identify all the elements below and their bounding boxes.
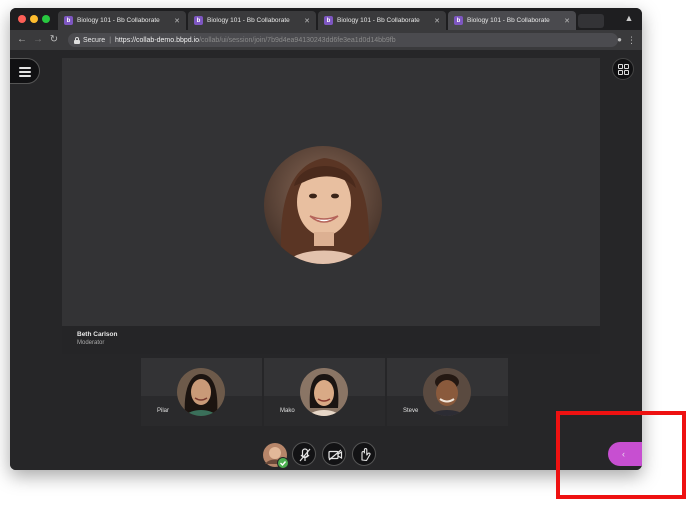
participant-name: Mako xyxy=(280,408,295,414)
participant-avatar xyxy=(423,368,471,416)
browser-menu-icon[interactable]: ⋮ xyxy=(627,33,636,47)
browser-tab[interactable]: b Biology 101 - Bb Collaborate ✕ xyxy=(318,11,446,30)
participant-portrait xyxy=(300,368,348,416)
browser-tab[interactable]: b Biology 101 - Bb Collaborate ✕ xyxy=(188,11,316,30)
microphone-muted-icon xyxy=(299,448,311,462)
participant-name: Pilar xyxy=(157,408,170,414)
forward-arrow-icon[interactable]: → xyxy=(32,33,44,47)
my-status-button[interactable] xyxy=(262,442,289,469)
tab-title: Biology 101 - Bb Collaborate xyxy=(207,17,290,24)
collaborate-favicon-icon: b xyxy=(194,16,203,25)
secure-separator: | xyxy=(109,36,112,44)
session-menu-button[interactable] xyxy=(10,58,40,84)
hamburger-menu-icon xyxy=(19,67,31,77)
browser-window: b Biology 101 - Bb Collaborate ✕ b Biolo… xyxy=(10,8,642,470)
url-path: /collab/ui/session/join/7b9d4ea94130243d… xyxy=(199,36,396,44)
tab-close-icon[interactable]: ✕ xyxy=(304,17,310,25)
participant-tile[interactable]: Mako xyxy=(264,358,385,426)
highlight-box xyxy=(556,411,686,499)
tab-bar: b Biology 101 - Bb Collaborate ✕ b Biolo… xyxy=(10,8,642,30)
extension-icon[interactable]: ● xyxy=(617,33,622,47)
collaborate-favicon-icon: b xyxy=(64,16,73,25)
participant-tile[interactable]: Steve xyxy=(387,358,508,426)
tab-close-icon[interactable]: ✕ xyxy=(564,17,570,25)
raise-hand-icon xyxy=(361,448,371,462)
participant-avatar xyxy=(177,368,225,416)
reload-icon[interactable]: ↻ xyxy=(48,33,60,47)
collaborate-session: Beth Carlson Moderator Pilar Mako Steve … xyxy=(10,50,642,470)
minimize-window-dot[interactable] xyxy=(30,15,38,23)
active-speaker-stage: Beth Carlson Moderator xyxy=(62,58,600,354)
speaker-caption: Beth Carlson Moderator xyxy=(62,326,600,354)
participant-portrait xyxy=(177,368,225,416)
url-host: https://collab-demo.bbpd.io xyxy=(115,36,200,44)
url-field[interactable]: Secure | https://collab-demo.bbpd.io /co… xyxy=(68,33,618,47)
participant-name: Steve xyxy=(403,408,419,414)
zoom-window-dot[interactable] xyxy=(42,15,50,23)
browser-tab-active[interactable]: b Biology 101 - Bb Collaborate ✕ xyxy=(448,11,576,30)
tab-close-icon[interactable]: ✕ xyxy=(174,17,180,25)
participant-strip: Pilar Mako Steve xyxy=(141,358,508,426)
speaker-name: Beth Carlson xyxy=(77,331,118,338)
secure-label: Secure xyxy=(83,36,106,44)
close-window-dot[interactable] xyxy=(18,15,26,23)
new-tab-button[interactable] xyxy=(578,14,604,28)
participant-portrait xyxy=(423,368,471,416)
collaborate-favicon-icon: b xyxy=(324,16,333,25)
camera-off-icon xyxy=(328,449,343,461)
address-bar: ← → ↻ Secure | https://collab-demo.bbpd.… xyxy=(10,30,642,50)
collaborate-favicon-icon: b xyxy=(454,16,463,25)
microphone-toggle-button[interactable] xyxy=(292,442,316,466)
browser-tabs: b Biology 101 - Bb Collaborate ✕ b Biolo… xyxy=(58,11,604,30)
raise-hand-button[interactable] xyxy=(352,442,376,466)
lock-icon xyxy=(74,36,80,44)
tab-title: Biology 101 - Bb Collaborate xyxy=(77,17,160,24)
speaker-role: Moderator xyxy=(77,340,105,346)
participant-tile[interactable]: Pilar xyxy=(141,358,262,426)
my-avatar xyxy=(263,443,289,469)
speaker-portrait xyxy=(264,146,382,264)
tab-title: Biology 101 - Bb Collaborate xyxy=(337,17,420,24)
tab-close-icon[interactable]: ✕ xyxy=(434,17,440,25)
tab-title: Biology 101 - Bb Collaborate xyxy=(467,17,550,24)
session-controls xyxy=(262,442,376,469)
speaker-avatar[interactable] xyxy=(264,146,382,264)
browser-tab[interactable]: b Biology 101 - Bb Collaborate ✕ xyxy=(58,11,186,30)
camera-toggle-button[interactable] xyxy=(322,442,346,466)
participant-avatar xyxy=(300,368,348,416)
layout-toggle-button[interactable] xyxy=(612,58,634,80)
back-arrow-icon[interactable]: ← xyxy=(16,33,28,47)
checkmark-icon xyxy=(277,457,289,469)
profile-icon[interactable]: ▲ xyxy=(624,13,634,24)
